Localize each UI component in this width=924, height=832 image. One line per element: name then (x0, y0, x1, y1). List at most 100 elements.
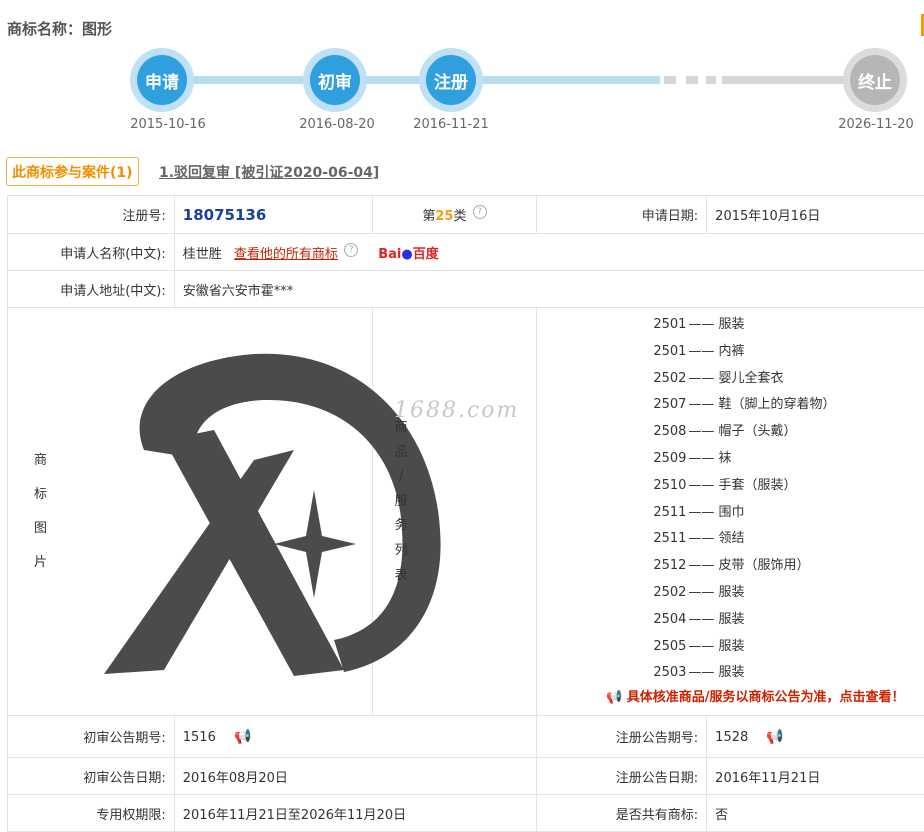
class-number[interactable]: 25 (435, 209, 453, 224)
step-register-label: 注册 (426, 55, 476, 105)
goods-label-char: 列 (394, 542, 408, 558)
goods-name: 鞋（脚上的穿着物） (718, 397, 836, 413)
goods-label-char: 品 (394, 444, 408, 460)
trademark-info-table: 注册号: 18075136 第25类 ? 申请日期: 2015年10月16日 申… (7, 195, 924, 832)
goods-item: 2511 —— 围巾 (653, 500, 924, 527)
goods-name: 服装 (718, 611, 745, 627)
goods-label-char: / (398, 469, 404, 485)
address-label: 申请人地址(中文): (7, 270, 175, 308)
step-prelim-date: 2016-08-20 (299, 117, 375, 132)
goods-item: 2504 —— 服装 (653, 607, 924, 634)
goods-separator: —— (688, 317, 719, 332)
step-apply: 申请 (130, 48, 194, 112)
goods-label-char: 务 (394, 518, 408, 534)
goods-code: 2501 (653, 343, 687, 359)
goods-separator: —— (688, 558, 719, 574)
step-apply-label: 申请 (137, 55, 187, 105)
goods-code: 2504 (653, 611, 687, 627)
goods-item: 2502 —— 婴儿全套衣 (653, 366, 924, 393)
image-label-char: 标 (34, 487, 48, 502)
help-icon[interactable]: ? (472, 205, 487, 219)
goods-name: 服装 (718, 317, 745, 332)
goods-separator: —— (688, 665, 719, 681)
goods-separator: —— (688, 504, 719, 520)
announcement-icon[interactable]: 📢 (766, 729, 783, 745)
goods-separator: —— (688, 531, 719, 547)
case-link[interactable]: 1.驳回复审 [被引证2020-06-04] (159, 162, 379, 182)
goods-separator: —— (688, 424, 719, 440)
prelim-date-value: 2016年08月20日 (173, 757, 538, 795)
goods-separator: —— (688, 638, 719, 654)
applicant-cell: 桂世胜 查看他的所有商标 ? Bai●百度 (173, 233, 924, 271)
baidu-logo-cn: 百度 (412, 246, 439, 262)
goods-label-char: 服 (394, 493, 408, 509)
timeline-dash (706, 76, 716, 84)
goods-code: 2503 (653, 665, 687, 681)
goods-item: 2503 —— 服装 (653, 660, 924, 687)
watermark: 1688.com (394, 398, 520, 423)
goods-label-cell: 商 品 / 服 务 列 表 (371, 307, 538, 716)
view-all-trademarks-link[interactable]: 查看他的所有商标 (234, 247, 338, 262)
step-register: 注册 (419, 48, 483, 112)
apply-date-value: 2015年10月16日 (706, 195, 924, 234)
goods-label-char: 表 (394, 567, 408, 583)
goods-separator: —— (688, 611, 719, 627)
case-tab[interactable]: 此商标参与案件(1) (6, 157, 139, 186)
step-register-date: 2016-11-21 (413, 117, 489, 132)
timeline-dash (664, 76, 676, 84)
goods-code: 2512 (653, 558, 687, 574)
apply-date-label: 申请日期: (536, 195, 708, 234)
goods-list: 2501 —— 服装 2501 —— 内裤 2502 —— 婴儿全套衣 2507 —— 鞋（脚… (653, 312, 924, 687)
shared-label: 是否共有商标: (536, 794, 708, 832)
applicant-value: 桂世胜 (182, 246, 222, 262)
prelim-no-value: 1516 (182, 729, 216, 745)
baidu-logo-text: Bai (378, 246, 402, 262)
reg-pub-no-cell: 1528 📢 (706, 715, 924, 758)
goods-separator: —— (688, 343, 719, 359)
goods-name: 服装 (718, 638, 745, 654)
goods-name: 内裤 (718, 343, 745, 359)
rights-value: 2016年11月21日至2026年11月20日 (173, 794, 538, 832)
baidu-search-link[interactable]: Bai●百度 (378, 247, 439, 262)
goods-separator: —— (688, 370, 719, 386)
goods-item: 2510 —— 手套（服装） (653, 473, 924, 500)
step-prelim-label: 初审 (310, 55, 360, 105)
address-value: 安徽省六安市霍*** (173, 270, 924, 308)
reg-pub-no-label: 注册公告期号: (536, 715, 708, 758)
goods-notice[interactable]: 📢 具体核准商品/服务以商标公告为准，点击查看！ (606, 686, 904, 705)
goods-name: 服装 (718, 584, 745, 600)
goods-code: 2501 (653, 317, 687, 332)
timeline-dash (686, 76, 698, 84)
class-prefix: 第 (422, 209, 436, 224)
goods-separator: —— (688, 477, 719, 493)
goods-item: 2512 —— 皮带（服饰用） (653, 553, 924, 580)
goods-name: 皮带（服饰用） (718, 558, 810, 574)
shared-value: 否 (706, 794, 924, 832)
goods-item: 2508 —— 帽子（头戴） (653, 419, 924, 446)
announcement-icon[interactable]: 📢 (234, 729, 251, 745)
goods-item: 2501 —— 内裤 (653, 339, 924, 366)
goods-code: 2502 (653, 370, 687, 386)
goods-name: 袜 (718, 450, 732, 466)
step-end-date: 2026-11-20 (838, 117, 914, 132)
baidu-paw-icon: ● (401, 246, 413, 262)
trademark-image-cell: 商 标 图 片 (7, 307, 441, 716)
goods-code: 2505 (653, 638, 687, 654)
rights-label: 专用权期限: (7, 794, 175, 832)
prelim-no-cell: 1516 📢 (173, 715, 538, 758)
goods-name: 手套（服装） (718, 477, 797, 493)
prelim-date-label: 初审公告日期: (7, 757, 175, 795)
goods-code: 2507 (653, 397, 687, 413)
help-icon[interactable]: ? (344, 242, 359, 257)
goods-list-cell: 2501 —— 服装 2501 —— 内裤 2502 —— 婴儿全套衣 2507 —— 鞋（脚… (536, 307, 924, 716)
reg-no-value: 18075136 (182, 205, 267, 224)
goods-code: 2511 (653, 531, 687, 547)
goods-item: 2502 —— 服装 (653, 580, 924, 607)
goods-name: 婴儿全套衣 (718, 370, 784, 386)
trademark-title: 商标名称：图形 (7, 20, 113, 38)
reg-pub-date-value: 2016年11月21日 (706, 757, 924, 795)
step-end-label: 终止 (850, 55, 900, 105)
goods-code: 2508 (653, 424, 687, 440)
goods-separator: —— (688, 584, 719, 600)
reg-pub-date-label: 注册公告日期: (536, 757, 708, 795)
